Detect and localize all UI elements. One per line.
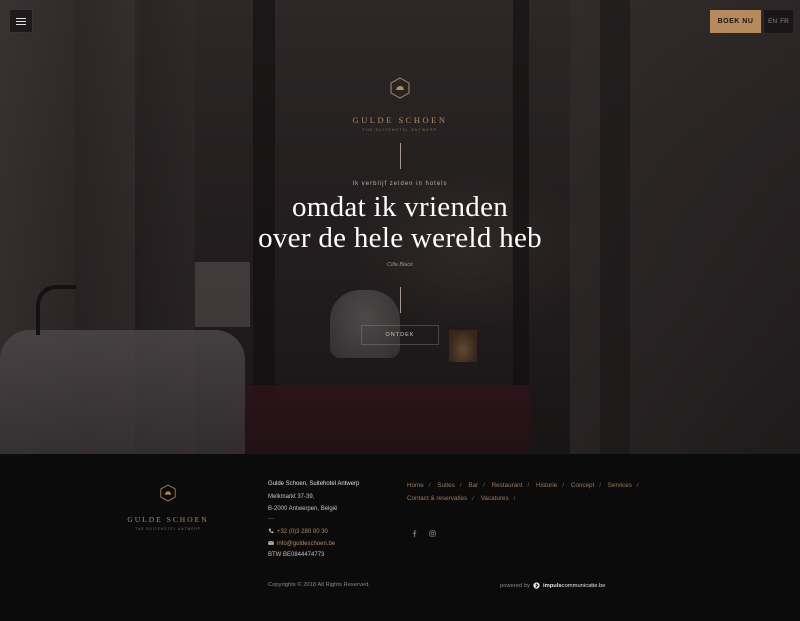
headline-line-2: over de hele wereld heb	[258, 222, 542, 254]
envelope-icon	[268, 541, 274, 545]
email-link[interactable]: info@guldeschoen.be	[277, 541, 335, 547]
footer-nav: Home / Suites / Bar / Restaurant / Historie /…	[407, 482, 639, 502]
address-divider: —	[268, 516, 274, 522]
language-switcher: EN FR	[764, 10, 793, 33]
phone-row: +32 (0)3 280 00 30	[268, 528, 328, 535]
instagram-icon	[429, 530, 436, 537]
divider-line	[400, 287, 401, 313]
logo-name: GULDE SCHOEN	[352, 115, 448, 125]
hero-headline: omdat ik vrienden over de hele wereld he…	[150, 192, 650, 254]
headline-line-1: omdat ik vrienden	[291, 191, 509, 223]
phone-icon	[268, 528, 274, 534]
powered-by[interactable]: powered by impulscommunicatie.be	[500, 582, 606, 589]
quote-author: Cilla Black	[387, 262, 413, 268]
address-street: Melkmarkt 37-39,	[268, 494, 315, 500]
menu-button[interactable]	[9, 9, 33, 33]
hamburger-icon	[16, 17, 26, 19]
footer-nav-restaurant[interactable]: Restaurant	[492, 482, 523, 489]
footer-nav-contact[interactable]: Contact & reservaties	[407, 495, 467, 502]
facebook-icon	[412, 530, 417, 537]
facebook-link[interactable]	[410, 529, 419, 538]
lang-en[interactable]: EN	[768, 18, 777, 25]
footer-nav-home[interactable]: Home	[407, 482, 424, 489]
divider-line	[400, 143, 401, 169]
footer-nav-bar[interactable]: Bar	[468, 482, 478, 489]
logo-tagline: THE SUITEHOTEL ANTWERP	[362, 128, 438, 132]
gulde-schoen-emblem-icon	[390, 77, 410, 99]
footer-logo-tagline: THE SUITEHOTEL ANTWERP	[135, 527, 201, 531]
copyright: Copyrights © 2018 All Rights Reserved.	[268, 582, 370, 588]
footer-nav-services[interactable]: Services	[608, 482, 632, 489]
address-city: B-2000 Antwerpen, België	[268, 506, 338, 512]
footer-nav-concept[interactable]: Concept	[571, 482, 594, 489]
powered-by-brand: impulscommunicatie.be	[542, 582, 606, 589]
lang-fr[interactable]: FR	[780, 18, 789, 25]
footer-nav-historie[interactable]: Historie	[536, 482, 557, 489]
hero-section: BOEK NU EN FR GULDE SCHOEN THE SUITEHOTE…	[0, 0, 800, 454]
footer	[0, 454, 800, 621]
footer-nav-vacatures[interactable]: Vacatures	[481, 495, 509, 502]
quote-intro: Ik verblijf zelden in hotels	[352, 181, 448, 187]
footer-emblem-icon	[160, 484, 176, 502]
discover-button[interactable]: ONTDEK	[361, 325, 439, 345]
powered-by-label: powered by	[500, 582, 530, 589]
footer-nav-suites[interactable]: Suites	[437, 482, 455, 489]
book-now-button[interactable]: BOEK NU	[710, 10, 761, 33]
vat-number: BTW BE0844474773	[268, 552, 325, 558]
footer-logo-name: GULDE SCHOEN	[127, 515, 209, 524]
instagram-link[interactable]	[428, 529, 437, 538]
email-row: info@guldeschoen.be	[268, 540, 335, 547]
phone-link[interactable]: +32 (0)3 280 00 30	[277, 529, 328, 535]
address-title: Gulde Schoen, Suitehotel Antwerp	[268, 481, 360, 487]
impuls-logo-icon	[533, 582, 540, 589]
